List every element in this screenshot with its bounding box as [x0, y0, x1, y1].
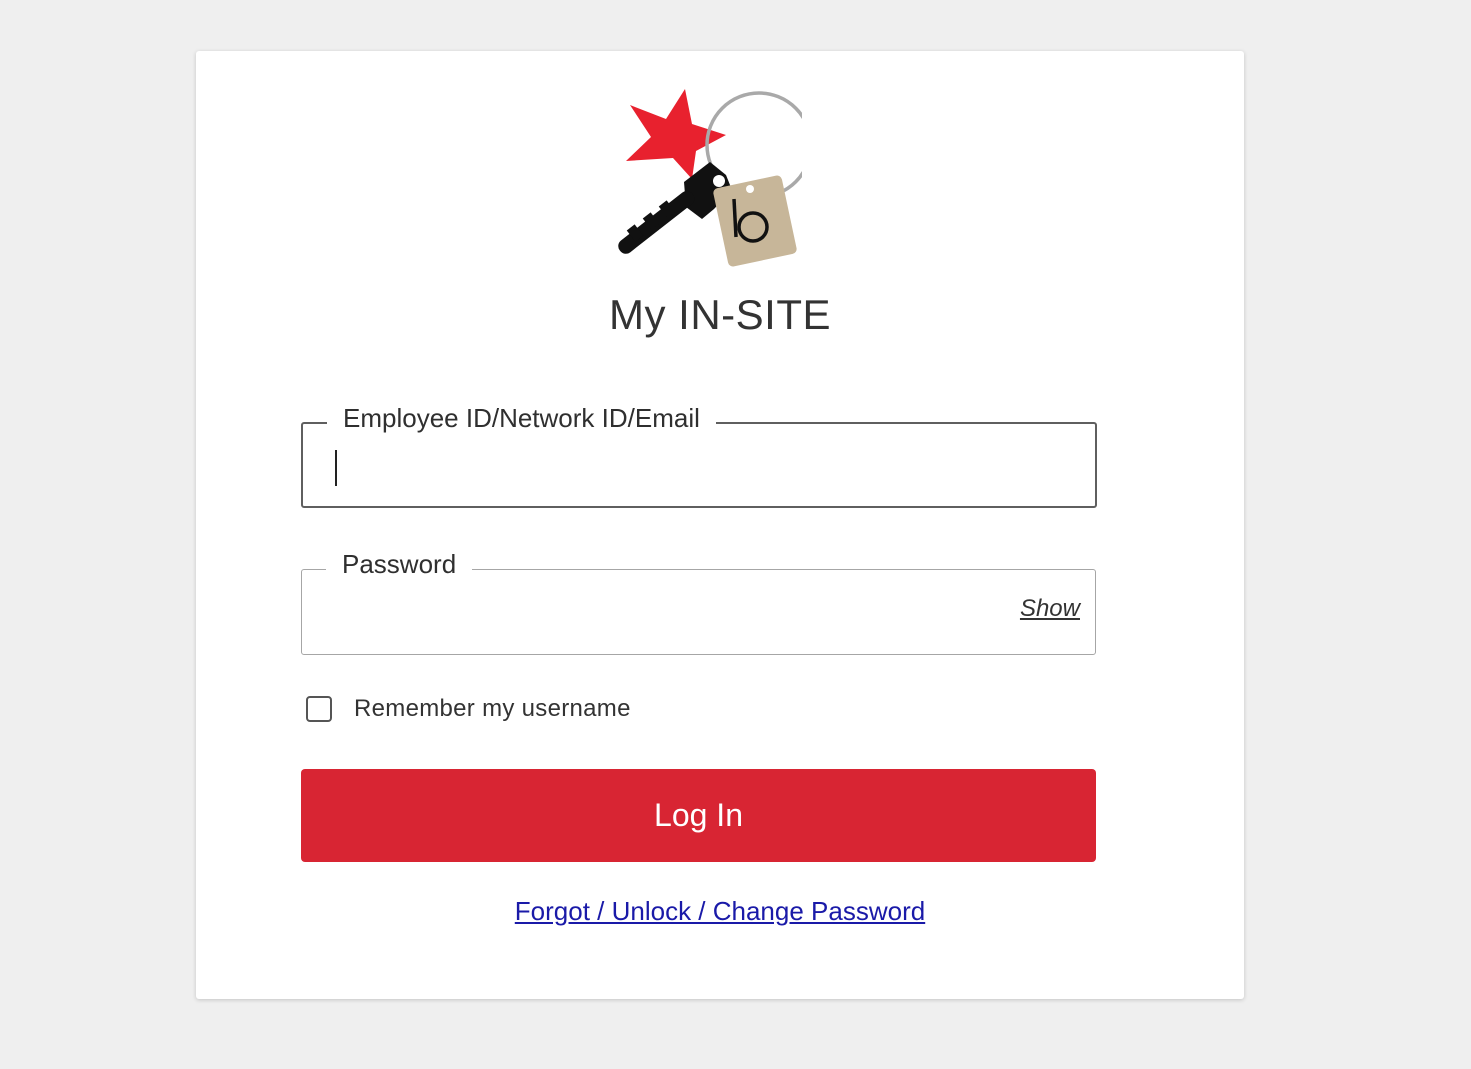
username-field[interactable]: Employee ID/Network ID/Email [301, 402, 1097, 508]
star-key-tag-logo [618, 89, 802, 267]
password-label: Password [326, 548, 473, 580]
password-input[interactable] [330, 592, 995, 634]
forgot-password-label[interactable]: Forgot / Unlock / Change Password [515, 896, 925, 926]
key-icon [618, 162, 732, 254]
remember-label: Remember my username [354, 695, 631, 722]
username-label: Employee ID/Network ID/Email [327, 402, 716, 434]
login-button[interactable]: Log In [301, 769, 1096, 862]
show-password-link[interactable]: Show [1020, 595, 1080, 623]
forgot-password-link[interactable]: Forgot / Unlock / Change Password [196, 896, 1244, 927]
app-title: My IN-SITE [609, 291, 831, 338]
remember-checkbox[interactable] [306, 696, 332, 722]
password-field[interactable]: Password Show [301, 548, 1096, 655]
username-input[interactable] [331, 446, 995, 488]
login-card: My IN-SITE Employee ID/Network ID/Email … [196, 51, 1244, 999]
remember-username[interactable]: Remember my username [306, 694, 631, 724]
